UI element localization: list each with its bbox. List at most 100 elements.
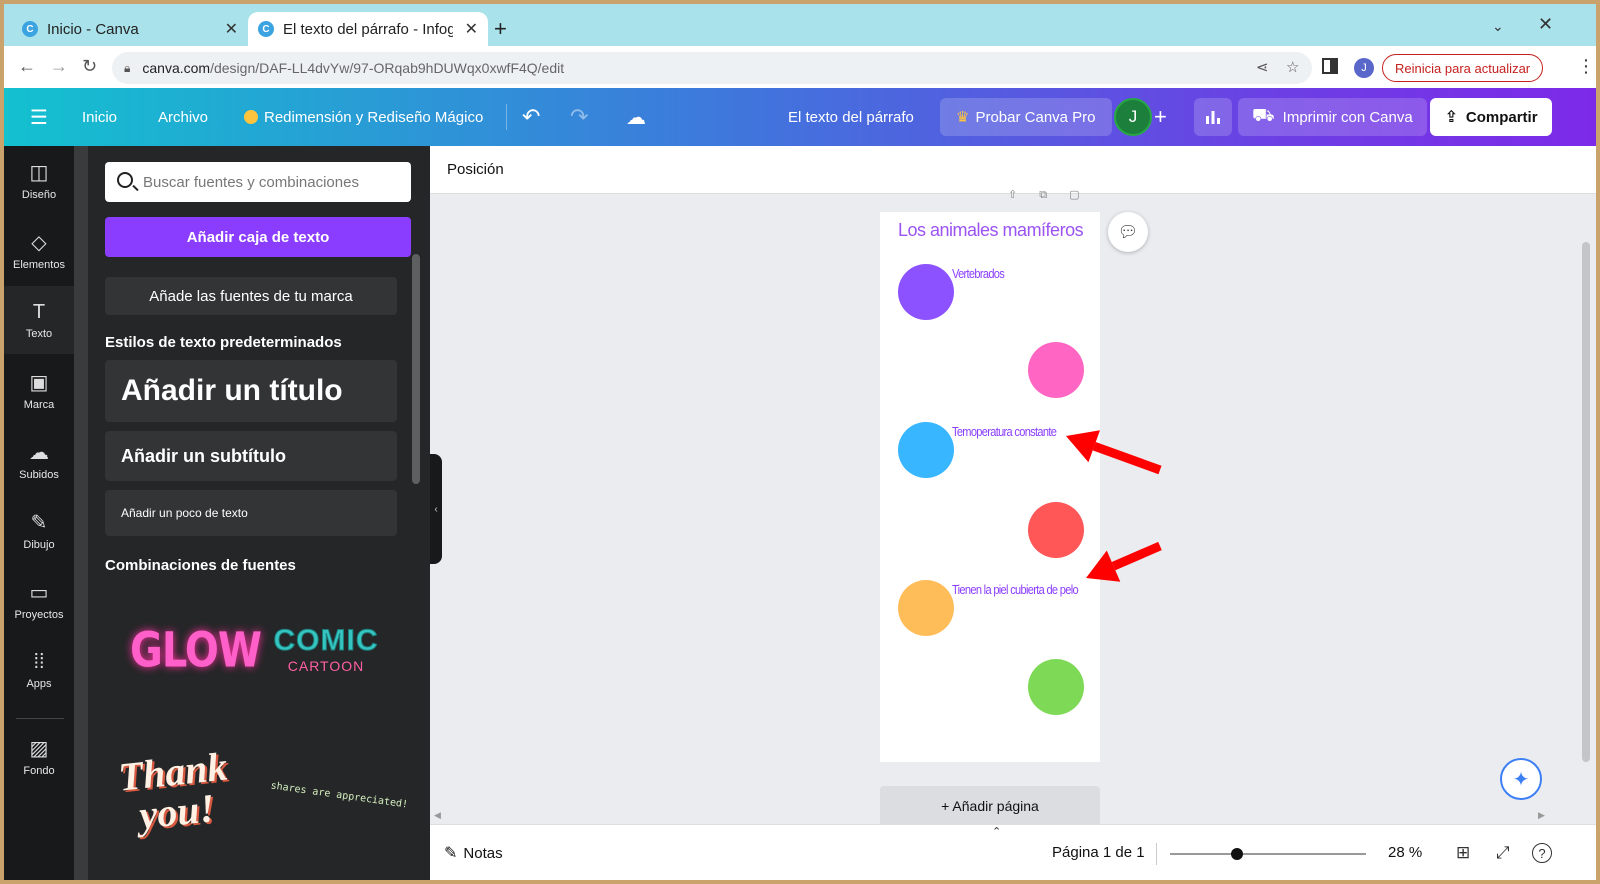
combo-glow[interactable]: GLOW xyxy=(130,623,262,678)
add-subtitle-style[interactable]: Añadir un subtítulo xyxy=(105,431,397,481)
tab-close-icon[interactable]: ✕ xyxy=(225,19,238,39)
position-button[interactable]: Posición xyxy=(447,161,504,178)
tab-search-chevron-icon[interactable]: ⌄ xyxy=(1492,18,1504,35)
timeline-circle[interactable] xyxy=(898,580,954,636)
design-page[interactable]: Los animales mamíferos Vertebrados Temope… xyxy=(880,212,1100,762)
archivo-button[interactable]: Archivo xyxy=(158,88,208,146)
add-textbox-button[interactable]: Añadir caja de texto xyxy=(105,217,411,257)
rail-item-apps[interactable]: ⁞⁞ Apps xyxy=(4,636,74,704)
tab-close-icon[interactable]: ✕ xyxy=(465,19,478,39)
restart-to-update-button[interactable]: Reinicia para actualizar xyxy=(1382,54,1544,82)
rail-item-dibujo[interactable]: ✎ Dibujo xyxy=(4,496,74,564)
panel-left-gutter xyxy=(74,146,88,880)
zoom-slider[interactable] xyxy=(1170,853,1366,855)
canva-favicon-icon: C xyxy=(22,21,38,37)
profile-avatar[interactable]: J xyxy=(1354,58,1374,78)
timeline-circle[interactable] xyxy=(898,264,954,320)
page-actions-icons[interactable]: ⇧⧉▢ xyxy=(1008,188,1101,202)
rail-item-label: Elementos xyxy=(13,258,65,271)
new-tab-button[interactable]: + xyxy=(494,16,507,42)
circle-label[interactable]: Tienen la piel cubierta de pelo xyxy=(952,582,1079,597)
address-bar[interactable]: 🔒︎ canva.com/design/DAF-LL4dvYw/97-ORqab… xyxy=(112,52,1312,84)
crown-icon xyxy=(244,110,258,124)
page-indicator[interactable]: Página 1 de 1 xyxy=(1052,844,1145,861)
combo-shares[interactable]: shares are appreciated! xyxy=(270,780,409,810)
scroll-right-icon[interactable]: ▶ xyxy=(1538,810,1545,821)
tab-design-active[interactable]: C El texto del párrafo - Infog ✕ xyxy=(248,12,488,46)
scroll-thumb[interactable] xyxy=(1582,242,1590,762)
side-panel-icon[interactable] xyxy=(1322,58,1338,74)
bookmark-star-icon[interactable]: ☆ xyxy=(1286,58,1299,76)
address-row: ← → ↻ 🔒︎ canva.com/design/DAF-LL4dvYw/97… xyxy=(4,46,1596,88)
tab-inicio-canva[interactable]: C Inicio - Canva ✕ xyxy=(12,12,248,46)
share-icon[interactable]: ⋖ xyxy=(1256,58,1269,76)
scroll-left-icon[interactable]: ◀ xyxy=(434,810,441,821)
add-comment-icon[interactable]: 💬︎ xyxy=(1108,212,1148,252)
divider xyxy=(1156,843,1157,865)
page-title[interactable]: Los animales mamíferos xyxy=(898,220,1084,241)
notes-button[interactable]: ✎ Notas xyxy=(444,843,503,863)
rail-item-proyectos[interactable]: ▭ Proyectos xyxy=(4,566,74,634)
magic-assistant-sparkle-icon[interactable]: ✦ xyxy=(1500,758,1542,800)
user-avatar[interactable]: J xyxy=(1114,98,1152,136)
document-title[interactable]: El texto del párrafo xyxy=(788,88,914,146)
zoom-slider-knob[interactable] xyxy=(1231,848,1244,860)
inicio-button[interactable]: Inicio xyxy=(82,88,117,146)
zoom-value[interactable]: 28 % xyxy=(1388,844,1422,861)
rail-item-label: Fondo xyxy=(23,764,55,777)
rail-item-fondo[interactable]: ▨ Fondo xyxy=(4,722,74,790)
rail-item-marca[interactable]: ▣ Marca xyxy=(4,356,74,424)
print-label: Imprimir con Canva xyxy=(1282,108,1413,126)
grid-view-icon[interactable]: ⊞ xyxy=(1456,843,1470,863)
timeline-circle[interactable] xyxy=(1028,502,1084,558)
expand-pages-chevron-icon[interactable]: ⌃ xyxy=(992,825,1001,838)
rail-item-elementos[interactable]: ◇ Elementos xyxy=(4,216,74,284)
canva-header: ☰ Inicio Archivo Redimensión y Rediseño … xyxy=(4,88,1596,146)
help-icon[interactable]: ? xyxy=(1532,843,1552,863)
circle-label[interactable]: Vertebrados xyxy=(952,266,1005,281)
timeline-circle[interactable] xyxy=(898,422,954,478)
collapse-panel-handle[interactable]: ‹ xyxy=(430,454,442,564)
rail-item-diseño[interactable]: ◫ Diseño xyxy=(4,146,74,214)
forward-arrow-icon[interactable]: → xyxy=(50,56,68,77)
add-collaborator-icon[interactable]: + xyxy=(1154,88,1167,146)
timeline-circle[interactable] xyxy=(1028,342,1084,398)
truck-icon: ⛟ xyxy=(1252,105,1275,125)
canvas-horizontal-scrollbar[interactable]: ◀ ▶ xyxy=(430,810,1596,824)
tab-title: El texto del párrafo - Infog xyxy=(283,20,453,38)
combo-thank-you[interactable]: Thank you! xyxy=(116,744,234,838)
default-styles-heading: Estilos de texto predeterminados xyxy=(105,334,342,351)
add-title-style[interactable]: Añadir un título xyxy=(105,360,397,422)
canvas-vertical-scrollbar[interactable] xyxy=(1580,194,1594,810)
brand-fonts-button[interactable]: Añade las fuentes de tu marca xyxy=(105,277,397,315)
folder-icon: ▭ xyxy=(29,581,49,604)
redo-icon[interactable]: ↷ xyxy=(570,88,588,146)
left-rail: ◫ Diseño ◇ Elementos T Texto ▣ Marca ☁ Subidos ✎ Di… xyxy=(4,146,74,880)
magic-resize-button[interactable]: Redimensión y Rediseño Mágico xyxy=(244,88,483,146)
notes-label: Notas xyxy=(463,844,503,862)
tab-strip: C Inicio - Canva ✕ C El texto del párraf… xyxy=(4,4,1596,46)
back-arrow-icon[interactable]: ← xyxy=(18,56,36,77)
insights-chart-icon[interactable] xyxy=(1194,98,1232,136)
panel-scrollbar[interactable] xyxy=(412,254,420,484)
circle-label[interactable]: Temoperatura constante xyxy=(952,424,1057,439)
rail-item-subidos[interactable]: ☁ Subidos xyxy=(4,426,74,494)
add-body-style[interactable]: Añadir un poco de texto xyxy=(105,490,397,536)
rail-item-label: Texto xyxy=(25,327,53,340)
rail-item-texto[interactable]: T Texto xyxy=(4,286,74,354)
hamburger-menu-icon[interactable]: ☰ xyxy=(30,88,48,146)
try-pro-button[interactable]: ♛ Probar Canva Pro xyxy=(940,98,1112,136)
canva-favicon-icon: C xyxy=(258,21,274,37)
window-close-icon[interactable]: ✕ xyxy=(1538,14,1553,35)
cloud-saved-icon[interactable]: ☁ xyxy=(626,88,646,146)
combo-comic-cartoon[interactable]: COMIC CARTOON xyxy=(270,624,382,675)
fullscreen-icon[interactable]: ⤢ xyxy=(1496,843,1510,863)
browser-menu-icon[interactable]: ⋮ xyxy=(1577,56,1595,77)
reload-icon[interactable]: ↻ xyxy=(82,56,97,77)
share-button[interactable]: ⇪ Compartir xyxy=(1430,98,1552,136)
print-with-canva-button[interactable]: ⛟ Imprimir con Canva xyxy=(1238,98,1427,136)
undo-icon[interactable]: ↶ xyxy=(522,88,540,146)
timeline-circle[interactable] xyxy=(1028,659,1084,715)
font-search-input[interactable]: Buscar fuentes y combinaciones xyxy=(105,162,411,202)
browser-window: C Inicio - Canva ✕ C El texto del párraf… xyxy=(4,4,1596,880)
